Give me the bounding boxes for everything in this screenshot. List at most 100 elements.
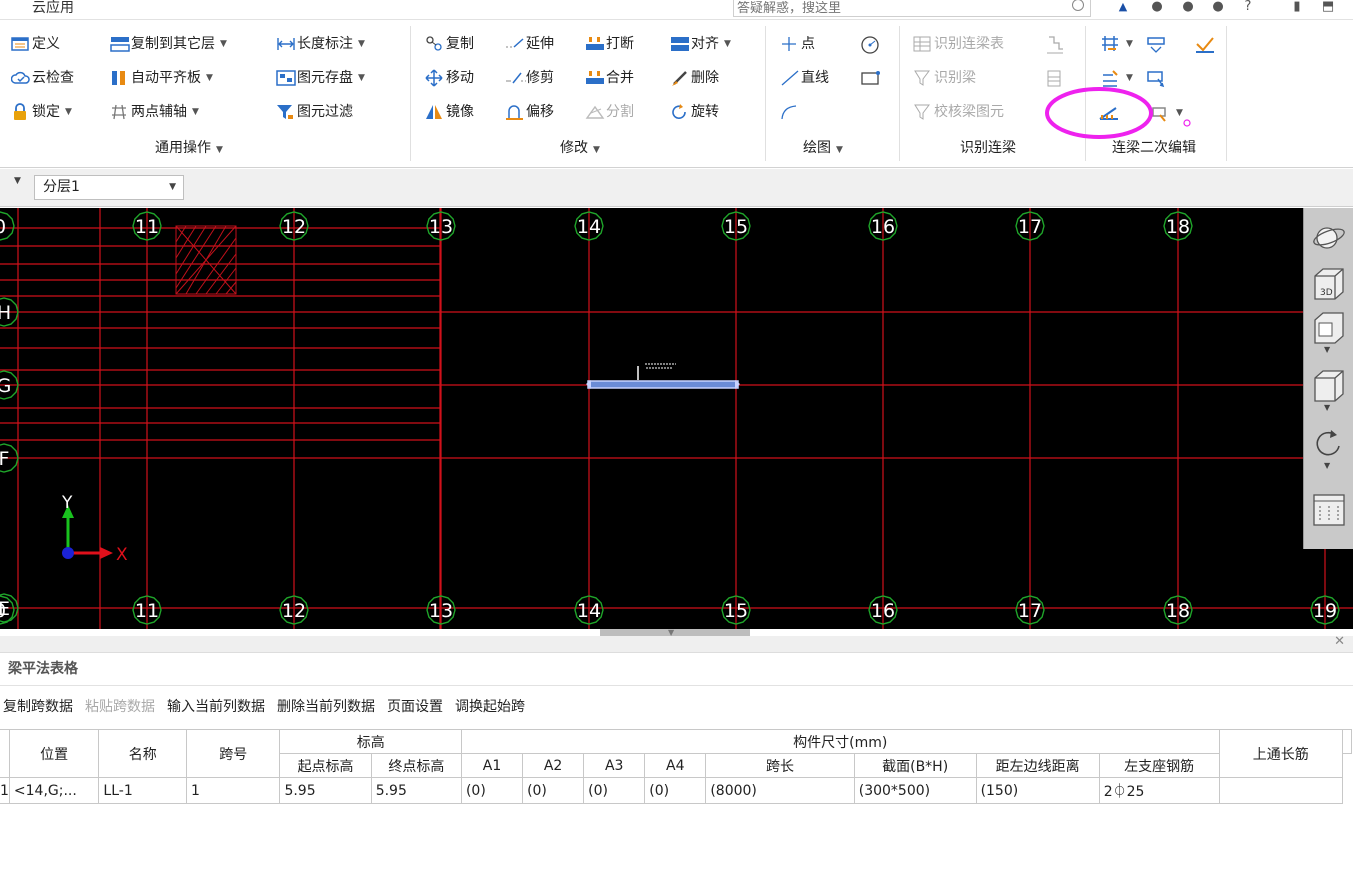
search-icon[interactable]: [1072, 0, 1084, 11]
cell-left-support[interactable]: [1218, 777, 1344, 804]
point-button[interactable]: 点: [780, 31, 815, 57]
axis-grid[interactable]: 011121314151617180111213141516171819HGFE…: [0, 208, 1353, 629]
chevron-down-icon[interactable]: ▼: [192, 99, 199, 125]
circle-button[interactable]: [860, 31, 881, 57]
panel-splitter[interactable]: [600, 629, 750, 636]
secondary-edit-tool-2[interactable]: [1146, 31, 1167, 57]
col-a1[interactable]: A1: [460, 753, 524, 778]
auto-align-slab-button[interactable]: 自动平齐板 ▼: [110, 65, 213, 91]
avatar-icon[interactable]: ●: [1208, 0, 1228, 16]
axis-bubble-bottom[interactable]: 13: [426, 595, 456, 625]
col-span-length[interactable]: 跨长: [705, 753, 855, 778]
bell-icon[interactable]: ●: [1147, 0, 1167, 16]
axis-bubble-bottom[interactable]: 14: [574, 595, 604, 625]
copy-span-data-button[interactable]: 复制跨数据: [3, 696, 73, 716]
view-3d-button[interactable]: 3D: [1311, 266, 1347, 302]
cell-top-rebar[interactable]: 2⏀25: [1098, 777, 1220, 804]
axis-bubble-top[interactable]: 14: [574, 211, 604, 241]
top-view-button[interactable]: ▼: [1311, 310, 1347, 354]
cell-span-length[interactable]: (8000): [705, 777, 855, 804]
axis-bubble-top[interactable]: 16: [868, 211, 898, 241]
col-start-elevation[interactable]: 起点标高: [279, 753, 372, 778]
col-name[interactable]: 名称: [98, 729, 188, 778]
offset-button[interactable]: 偏移: [505, 99, 554, 125]
drawing-canvas[interactable]: 011121314151617180111213141516171819HGFE…: [0, 208, 1353, 629]
secondary-edit-tool-1[interactable]: ▼: [1100, 31, 1133, 57]
chevron-down-icon[interactable]: ▼: [1324, 403, 1330, 412]
axis-bubble-bottom[interactable]: 16: [868, 595, 898, 625]
axis-bubble-top[interactable]: 15: [721, 211, 751, 241]
view-angle-button[interactable]: ▼: [1311, 368, 1347, 412]
line-button[interactable]: 直线: [780, 65, 829, 91]
recognize-beam-table-button[interactable]: 识别连梁表: [913, 31, 1004, 57]
col-dimensions[interactable]: 构件尺寸(mm): [460, 729, 1220, 754]
swap-start-span-button[interactable]: 调换起始跨: [455, 696, 525, 716]
mirror-button[interactable]: 镜像: [425, 99, 474, 125]
group-draw[interactable]: 绘图 ▼: [803, 138, 843, 158]
extend-button[interactable]: 延伸: [505, 31, 554, 57]
col-a2[interactable]: A2: [522, 753, 585, 778]
chevron-down-icon[interactable]: ▼: [1126, 31, 1133, 57]
cell-section[interactable]: (300*500): [853, 777, 977, 804]
col-left-support[interactable]: 左支座钢筋: [1098, 753, 1220, 778]
cell-a1[interactable]: (0): [460, 777, 524, 804]
axis-bubble-top[interactable]: 12: [279, 211, 309, 241]
col-top-rebar[interactable]: 上通长筋: [1218, 729, 1344, 778]
two-point-axis-button[interactable]: 两点辅轴 ▼: [110, 99, 199, 125]
expand-ribbon-icon[interactable]: ⬒: [1318, 0, 1338, 16]
delete-button[interactable]: 删除: [670, 65, 719, 91]
chevron-down-icon[interactable]: ▼: [65, 99, 72, 125]
display-settings-button[interactable]: [1311, 492, 1347, 528]
hatched-element[interactable]: [175, 225, 237, 295]
check-beam-element-button[interactable]: 校核梁图元: [913, 99, 1004, 125]
axis-bubble-top[interactable]: 0: [0, 211, 15, 241]
help-search-input[interactable]: [734, 1, 1064, 16]
input-column-data-button[interactable]: 输入当前列数据: [167, 696, 265, 716]
dynamic-observe-button[interactable]: [1311, 220, 1347, 256]
chevron-down-icon[interactable]: ▼: [358, 65, 365, 91]
cell-a2[interactable]: (0): [522, 777, 585, 804]
axis-bubble-bottom[interactable]: 18: [1163, 595, 1193, 625]
recognize-beam-button[interactable]: 识别梁: [913, 65, 976, 91]
chevron-down-icon[interactable]: ▼: [724, 31, 731, 57]
copy-button[interactable]: 复制: [425, 31, 474, 57]
cell-a4[interactable]: (0): [644, 777, 707, 804]
close-icon[interactable]: ✕: [1334, 634, 1345, 649]
cloud-app-menu[interactable]: 云应用: [32, 0, 74, 16]
help-icon[interactable]: ?: [1238, 0, 1258, 16]
copy-to-other-layer-button[interactable]: 复制到其它层 ▼: [110, 31, 227, 57]
col-edge-distance[interactable]: 距左边线距离: [975, 753, 1100, 778]
help-search-box[interactable]: [733, 0, 1091, 17]
cell-a3[interactable]: (0): [583, 777, 646, 804]
table-row[interactable]: 1 <14,G;... LL-1 1 5.95 5.95 (0) (0) (0)…: [0, 777, 1352, 804]
layer-select[interactable]: 分层1 ▼: [34, 175, 184, 200]
cell-position[interactable]: <14,G;...: [8, 777, 100, 804]
rectangle-button[interactable]: [860, 65, 881, 91]
axis-bubble-bottom[interactable]: 19: [1310, 595, 1340, 625]
beam-ll-1[interactable]: [586, 363, 740, 389]
trim-button[interactable]: 修剪: [505, 65, 554, 91]
col-position[interactable]: 位置: [8, 729, 100, 778]
secondary-edit-tool-3[interactable]: [1194, 31, 1215, 57]
col-a4[interactable]: A4: [644, 753, 707, 778]
glodon-logo-icon[interactable]: ▲: [1113, 0, 1133, 16]
axis-bubble-bottom[interactable]: 15: [721, 595, 751, 625]
length-dimension-button[interactable]: 长度标注 ▼: [276, 31, 365, 57]
col-elevation[interactable]: 标高: [279, 729, 462, 754]
cell-end-elevation[interactable]: 5.95: [370, 777, 462, 804]
split-button[interactable]: 分割: [585, 99, 634, 125]
cell-edge-distance[interactable]: (150): [975, 777, 1100, 804]
chevron-down-icon[interactable]: ▼: [169, 176, 176, 199]
col-span-no[interactable]: 跨号: [186, 729, 281, 778]
chevron-down-icon[interactable]: ▼: [1324, 461, 1330, 470]
chevron-down-icon[interactable]: ▼: [220, 31, 227, 57]
axis-bubble-bottom[interactable]: 11: [132, 595, 162, 625]
chevron-down-icon[interactable]: ▼: [358, 31, 365, 57]
save-element-button[interactable]: 图元存盘 ▼: [276, 65, 365, 91]
merge-button[interactable]: 合并: [585, 65, 634, 91]
cell-start-elevation[interactable]: 5.95: [279, 777, 372, 804]
cloud-check-button[interactable]: 云检查: [10, 65, 74, 91]
cell-span-no[interactable]: 1: [186, 777, 281, 804]
rotate-button[interactable]: 旋转: [670, 99, 719, 125]
delete-column-data-button[interactable]: 删除当前列数据: [277, 696, 375, 716]
